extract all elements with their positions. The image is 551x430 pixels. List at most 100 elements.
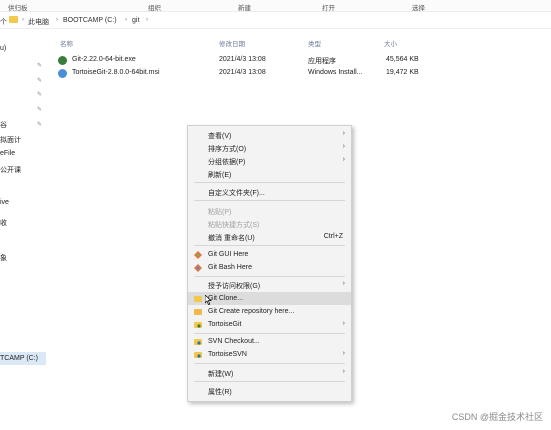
menu-item-paste: 粘贴(P): [188, 204, 351, 217]
breadcrumb-this-pc[interactable]: 此电脑: [28, 17, 49, 27]
menu-item-view[interactable]: 查看(V) ›: [188, 128, 351, 141]
sidebar-item[interactable]: eFile: [0, 150, 15, 157]
pin-icon: ✎: [37, 78, 43, 84]
menu-item-label: 刷新(E): [208, 172, 232, 179]
menu-item-properties[interactable]: 属性(R): [188, 384, 351, 397]
file-row[interactable]: TortoiseGit-2.8.0.0-64bit.msi 2021/4/3 1…: [58, 67, 438, 79]
menu-separator: [194, 333, 345, 334]
ribbon-tab-organize[interactable]: 组织: [148, 2, 161, 12]
file-row[interactable]: Git-2.22.0-64-bit.exe 2021/4/3 13:08 应用程…: [58, 54, 438, 66]
sidebar-item[interactable]: ive: [0, 199, 9, 206]
menu-item-label: 授予访问权限(G): [208, 283, 261, 290]
menu-item-git-clone[interactable]: Git Clone...: [188, 292, 351, 305]
menu-item-label: 属性(R): [208, 389, 232, 396]
tortoisesvn-icon: [194, 352, 202, 358]
file-type: 应用程序: [308, 58, 336, 65]
menu-separator: [194, 182, 345, 183]
menu-item-label: Git GUI Here: [208, 251, 249, 258]
menu-item-paste-shortcut: 粘贴快捷方式(S): [188, 217, 351, 230]
msi-file-icon: [58, 69, 67, 78]
file-name: Git-2.22.0-64-bit.exe: [72, 56, 136, 63]
column-header-size[interactable]: 大小: [384, 38, 397, 48]
menu-item-customize-folder[interactable]: 自定义文件夹(F)...: [188, 185, 351, 198]
menu-item-undo-rename[interactable]: 撤消 重命名(U) Ctrl+Z: [188, 230, 351, 243]
pin-icon: ✎: [37, 63, 43, 69]
menu-item-refresh[interactable]: 刷新(E): [188, 167, 351, 180]
menu-item-label: Git Create repository here...: [208, 308, 295, 315]
navigation-pane: u) ✎ ✎ ✎ ✎ ✎ 谷 拟面计 eFile 公开课 ive 收 象 TCA…: [0, 28, 50, 430]
breadcrumb-git[interactable]: git: [132, 17, 139, 24]
address-left-fragment: 个: [0, 19, 7, 26]
ribbon-tab-clipboard[interactable]: 供归板: [8, 2, 28, 12]
chevron-right-icon: ›: [342, 280, 345, 287]
git-create-icon: [194, 309, 202, 315]
menu-separator: [194, 276, 345, 277]
column-header-date[interactable]: 修改日期: [219, 38, 245, 48]
mouse-cursor-icon: [205, 295, 212, 305]
sidebar-item[interactable]: 收: [0, 218, 7, 228]
sidebar-item[interactable]: 公开课: [0, 165, 21, 175]
menu-item-label: TortoiseGit: [208, 321, 242, 328]
menu-item-label: 新建(W): [208, 371, 234, 378]
chevron-right-icon: ›: [342, 350, 345, 357]
address-bar[interactable]: 个 › 此电脑 › BOOTCAMP (C:) › git ›: [0, 13, 551, 29]
ribbon-tab-open[interactable]: 打开: [322, 2, 335, 12]
git-bash-icon: [194, 264, 202, 272]
ribbon-tab-new[interactable]: 新建: [238, 2, 251, 12]
pin-icon: ✎: [37, 92, 43, 98]
menu-item-label: 撤消 重命名(U): [208, 235, 255, 242]
column-header-name[interactable]: 名称: [60, 38, 73, 48]
sidebar-item-bootcamp[interactable]: TCAMP (C:): [0, 355, 38, 362]
menu-item-git-create-repository[interactable]: Git Create repository here...: [188, 305, 351, 318]
file-size: 19,472 KB: [386, 69, 419, 76]
chevron-right-icon[interactable]: ›: [125, 17, 127, 23]
folder-icon: [9, 16, 18, 23]
pin-icon: ✎: [37, 122, 43, 128]
menu-item-label: Git Clone...: [208, 295, 244, 302]
file-size: 45,564 KB: [386, 56, 419, 63]
menu-item-shortcut: Ctrl+Z: [323, 233, 343, 240]
menu-item-label: 粘贴快捷方式(S): [208, 222, 260, 229]
menu-item-label: 排序方式(O): [208, 146, 247, 153]
menu-item-git-gui-here[interactable]: Git GUI Here: [188, 248, 351, 261]
menu-item-group-by[interactable]: 分组依据(P) ›: [188, 154, 351, 167]
breadcrumb-bootcamp[interactable]: BOOTCAMP (C:): [63, 17, 117, 24]
column-header-type[interactable]: 类型: [308, 38, 321, 48]
chevron-right-icon: ›: [342, 320, 345, 327]
ribbon: 供归板 组织 新建 打开 选择: [0, 0, 551, 12]
menu-item-tortoisegit[interactable]: TortoiseGit ›: [188, 318, 351, 331]
chevron-right-icon: ›: [342, 156, 345, 163]
pin-icon: ✎: [37, 107, 43, 113]
menu-separator: [194, 363, 345, 364]
context-menu: 查看(V) › 排序方式(O) › 分组依据(P) › 刷新(E) 自定义文件夹(F)…: [187, 125, 352, 402]
chevron-right-icon: ›: [342, 143, 345, 150]
exe-file-icon: [58, 56, 67, 65]
menu-item-sort-by[interactable]: 排序方式(O) ›: [188, 141, 351, 154]
menu-item-label: 自定义文件夹(F)...: [208, 190, 265, 197]
menu-item-give-access[interactable]: 授予访问权限(G) ›: [188, 278, 351, 291]
menu-separator: [194, 245, 345, 246]
menu-item-svn-checkout[interactable]: SVN Checkout...: [188, 335, 351, 348]
git-clone-icon: [194, 296, 202, 302]
chevron-right-icon[interactable]: ›: [146, 17, 148, 23]
sidebar-item[interactable]: 象: [0, 253, 7, 263]
sidebar-item[interactable]: 拟面计: [0, 135, 21, 145]
menu-separator: [194, 381, 345, 382]
menu-item-git-bash-here[interactable]: Git Bash Here: [188, 261, 351, 274]
menu-separator: [194, 200, 345, 201]
menu-item-label: 粘贴(P): [208, 209, 232, 216]
chevron-right-icon[interactable]: ›: [56, 17, 58, 23]
file-date: 2021/4/3 13:08: [219, 69, 266, 76]
sidebar-item[interactable]: 谷: [0, 120, 7, 130]
chevron-right-icon: ›: [342, 368, 345, 375]
menu-item-tortoisesvn[interactable]: TortoiseSVN ›: [188, 348, 351, 361]
menu-item-label: Git Bash Here: [208, 264, 252, 271]
watermark: CSDN @掘金技术社区: [451, 412, 543, 422]
ribbon-tab-select[interactable]: 选择: [412, 2, 425, 12]
chevron-right-icon[interactable]: ›: [22, 17, 24, 23]
menu-item-label: SVN Checkout...: [208, 338, 260, 345]
menu-item-label: 查看(V): [208, 133, 232, 140]
menu-item-label: TortoiseSVN: [208, 351, 247, 358]
sidebar-item[interactable]: u): [0, 45, 6, 52]
menu-item-new[interactable]: 新建(W) ›: [188, 366, 351, 379]
